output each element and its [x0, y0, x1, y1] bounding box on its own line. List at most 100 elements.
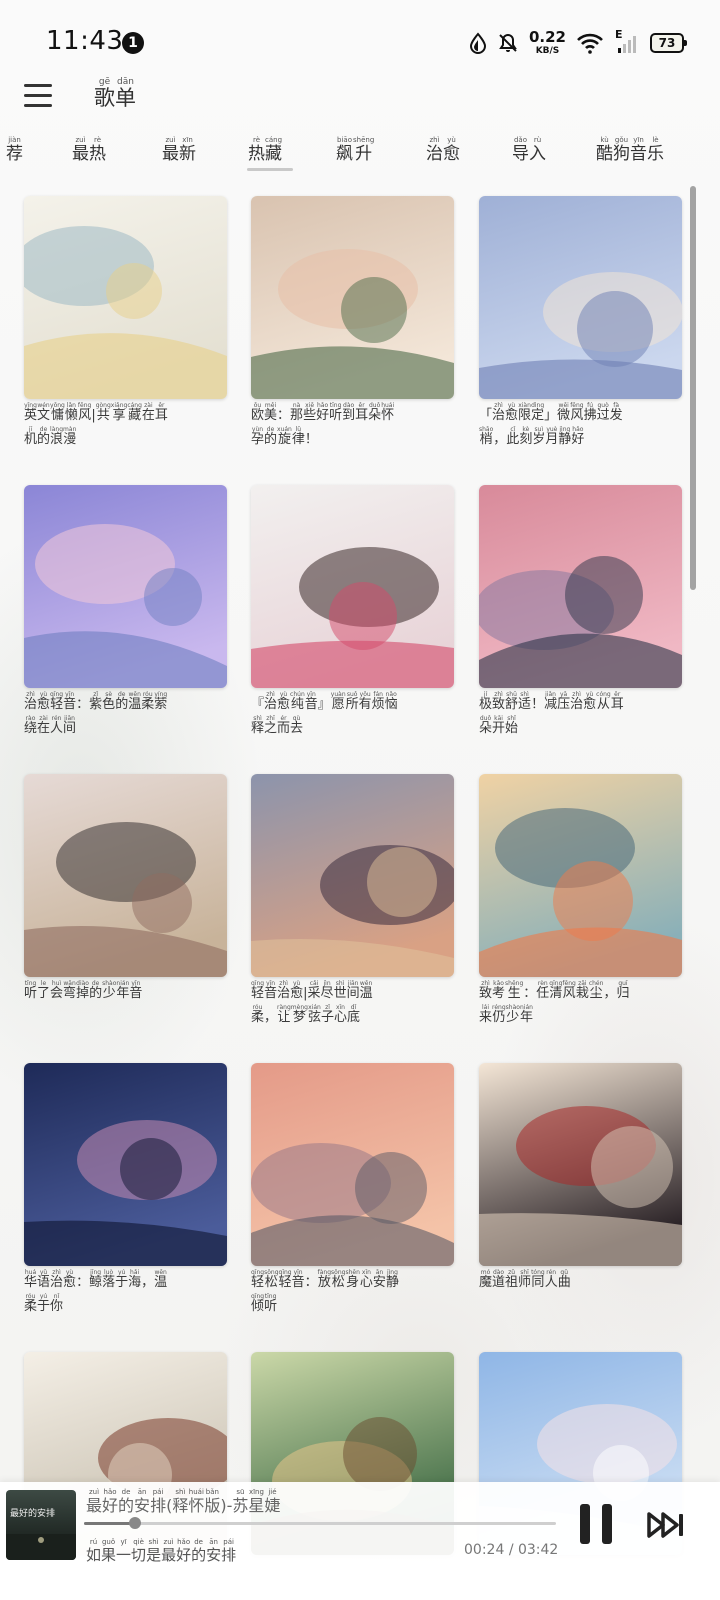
hamburger-menu-icon[interactable] [24, 84, 54, 114]
tab-3[interactable]: rè 热 cáng 藏 [248, 136, 282, 170]
title-glyph: rèn 任 [536, 980, 550, 1001]
playlist-cover-image[interactable] [251, 1063, 454, 1266]
title-glyph: qǔ 曲 [557, 1269, 571, 1290]
playlist-card[interactable]: yīng 英 wén 文 yōng 慵 lǎn 懒 fēng 风 | gòng 共 xiǎng 享 cáng… [24, 196, 227, 451]
title-glyph: měi 美 [264, 402, 278, 423]
title-glyph: ： [277, 408, 291, 423]
scrollbar[interactable] [690, 186, 696, 590]
title-glyph: huá 华 [24, 1269, 38, 1290]
playlist-cover-image[interactable] [251, 485, 454, 688]
title-glyph: jiǎn 减 [544, 691, 558, 712]
title-glyph: shì 世 [333, 980, 347, 1001]
title-glyph: 』 [317, 697, 331, 712]
title-glyph: jiān 间 [346, 980, 360, 1001]
playlist-cover-image[interactable] [251, 196, 454, 399]
playlist-card[interactable]: qīng 轻 yīn 音 zhì 治 yù 愈 | cǎi 采 jìn 尽 shì 世 jiān 间 wēn 温 r… [251, 774, 454, 1029]
title-glyph: de 的 [37, 426, 51, 448]
title-glyph: jìng 静 [385, 1269, 399, 1290]
playlist-title[interactable]: mó 魔 dào 道 zǔ 祖 shī 师 tóng 同 rén 人 qǔ 曲 [479, 1269, 682, 1290]
playlist-card[interactable]: zhì 治 yù 愈 qīng 轻 yīn 音 ： zǐ 紫 sè 色 de 的 wēn 温 róu 柔 yíng 萦… [24, 485, 227, 740]
category-tabs: jiàn 荐 zuì 最 rè 热 zuì 最 xīn 新 rè 热 cáng 藏 biāo 飙 shēng 升 z… [0, 136, 720, 176]
song-glyph: de 的 [118, 1488, 135, 1515]
playlist-title[interactable]: ōu 欧 měi 美 ： nà 那 xiē 些 hǎo 好 tīng 听 dào 到 ěr 耳 duǒ 朵 huái… [251, 402, 454, 448]
title-glyph: zhì 治 [24, 691, 38, 712]
now-playing-cover[interactable]: 最好的安排 [6, 1490, 76, 1560]
playlist-title[interactable]: qīng 轻 sōng 松 qīng 轻 yīn 音 ： fàng 放 sōng 松 shēn 身 xīn 心… [251, 1269, 454, 1315]
lyric-glyph: qiè 切 [131, 1538, 147, 1564]
active-tab-indicator [247, 168, 293, 171]
playlist-title[interactable]: zhì 治 yù 愈 qīng 轻 yīn 音 ： zǐ 紫 sè 色 de 的 wēn 温 róu 柔 yíng 萦… [24, 691, 227, 737]
mini-player[interactable]: 最好的安排 zuì 最 hǎo 好 de 的 ān 安 pái 排 (shì 释 huái 怀 bǎn 版 … [0, 1482, 720, 1600]
title-glyph: kāi 开 [492, 715, 506, 737]
title-glyph: zǐ 紫 [89, 691, 103, 712]
wifi-icon [576, 32, 604, 54]
song-glyph: jié 婕 [264, 1488, 281, 1515]
title-glyph: wān 弯 [63, 980, 77, 1001]
status-time: 11:43 [46, 26, 124, 56]
pause-button[interactable] [578, 1504, 614, 1544]
playlist-title[interactable]: qīng 轻 yīn 音 zhì 治 yù 愈 | cǎi 采 jìn 尽 shì 世 jiān 间 wēn 温 r… [251, 980, 454, 1026]
tab-6[interactable]: dǎo 导 rù 入 [512, 136, 546, 170]
playlist-card[interactable]: 『zhì 治 yù 愈 chún 纯 yīn 音 』 yuàn 愿 suǒ 所 yǒu 有 fán 烦 nǎo 恼… [251, 485, 454, 740]
playlist-cover-image[interactable] [24, 485, 227, 688]
title-glyph: duǒ 朵 [479, 715, 493, 737]
playlist-card[interactable]: jí 极 zhì 致 shū 舒 shì 适 ！ jiǎn 减 yā 压 zhì 治 yù 愈 cóng 从 ěr 耳… [479, 485, 682, 740]
song-glyph: huái 怀 [188, 1488, 205, 1515]
now-playing-title[interactable]: zuì 最 hǎo 好 de 的 ān 安 pái 排 (shì 释 huái 怀 bǎn 版 ) - sū 苏… [86, 1488, 280, 1515]
tab-char: rù 入 [529, 136, 546, 164]
title-glyph: tóng 同 [531, 1269, 545, 1290]
playlist-title[interactable]: jí 极 zhì 致 shū 舒 shì 适 ！ jiǎn 减 yā 压 zhì 治 yù 愈 cóng 从 ěr 耳… [479, 691, 682, 737]
title-glyph: huái 怀 [381, 402, 395, 423]
tab-4[interactable]: biāo 飙 shēng 升 [336, 136, 374, 170]
title-glyph: ： [523, 986, 537, 1001]
title-glyph: sōng 松 [331, 1269, 346, 1290]
progress-bar[interactable] [84, 1517, 556, 1529]
title-glyph: ！ [304, 432, 318, 448]
playlist-cover-image[interactable] [251, 774, 454, 977]
playlist-cover-image[interactable] [24, 196, 227, 399]
title-glyph: wēi 微 [557, 402, 571, 423]
lyric-glyph: zuì 最 [161, 1538, 177, 1564]
lyric-glyph: rú 如 [86, 1538, 102, 1564]
title-glyph: hǎi 海 [128, 1269, 142, 1290]
playlist-cover-image[interactable] [24, 1063, 227, 1266]
title-glyph: yuè 月 [545, 426, 559, 448]
lyric-glyph: guǒ 果 [101, 1538, 117, 1564]
playlist-title[interactable]: yīng 英 wén 文 yōng 慵 lǎn 懒 fēng 风 | gòng 共 xiǎng 享 cáng… [24, 402, 227, 448]
title-glyph: cáng 藏 [127, 402, 142, 423]
next-track-button[interactable] [646, 1510, 686, 1540]
title-glyph: màn 漫 [63, 426, 77, 448]
tab-7[interactable]: kù 酷 gǒu 狗 yīn 音 lè 乐 [596, 136, 664, 170]
playlist-card[interactable]: huá 华 yǔ 语 zhì 治 yù 愈 ： jīng 鲸 luò 落 yú 于 hǎi 海 ， wēn 温 ró… [24, 1063, 227, 1318]
playlist-cover-image[interactable] [479, 774, 682, 977]
playlist-card[interactable]: zhì 致 kǎo 考 shēng 生 ： rèn 任 qīng 清 fēng 风 zāi 栽 chén 尘 … [479, 774, 682, 1029]
playlist-card[interactable]: ōu 欧 měi 美 ： nà 那 xiē 些 hǎo 好 tīng 听 dào 到 ěr 耳 duǒ 朵 huái… [251, 196, 454, 451]
title-glyph: guò 过 [596, 402, 610, 423]
playlist-cover-image[interactable] [479, 485, 682, 688]
playlist-card[interactable]: qīng 轻 sōng 松 qīng 轻 yīn 音 ： fàng 放 sōng 松 shēn 身 xīn 心… [251, 1063, 454, 1318]
playlist-card[interactable]: mó 魔 dào 道 zǔ 祖 shī 师 tóng 同 rén 人 qǔ 曲 [479, 1063, 682, 1293]
title-glyph: qīng 轻 [251, 980, 265, 1001]
playlist-title[interactable]: zhì 致 kǎo 考 shēng 生 ： rèn 任 qīng 清 fēng 风 zāi 栽 chén 尘 … [479, 980, 682, 1026]
playlist-cover-image[interactable] [479, 196, 682, 399]
playlist-title[interactable]: 「zhì 治 yù 愈 xiàn 限 dìng 定 」 wēi 微 fēng 风 fú 拂 guò 过 fà 发 s… [479, 402, 682, 448]
title-glyph: zài 在 [141, 402, 155, 423]
playlist-title[interactable]: huá 华 yǔ 语 zhì 治 yù 愈 ： jīng 鲸 luò 落 yú 于 hǎi 海 ， wēn 温 ró… [24, 1269, 227, 1315]
playlist-card[interactable]: 「zhì 治 yù 愈 xiàn 限 dìng 定 」 wēi 微 fēng 风 fú 拂 guò 过 fà 发 s… [479, 196, 682, 451]
tab-2[interactable]: zuì 最 xīn 新 [162, 136, 196, 170]
title-glyph: hǎo 好 [316, 402, 330, 423]
progress-thumb[interactable] [128, 1517, 141, 1529]
title-glyph: de 的 [89, 980, 103, 1001]
playlist-card[interactable]: tīng 听 le 了 huì 会 wān 弯 diào 掉 de 的 shào 少 nián 年 yīn 音 [24, 774, 227, 1004]
title-glyph: dìng 定 [531, 402, 545, 423]
playlist-cover-image[interactable] [479, 1063, 682, 1266]
tab-5[interactable]: zhì 治 yù 愈 [426, 136, 460, 170]
playlist-title[interactable]: 『zhì 治 yù 愈 chún 纯 yīn 音 』 yuàn 愿 suǒ 所 yǒu 有 fán 烦 nǎo 恼… [251, 691, 454, 737]
tab-0[interactable]: jiàn 荐 [6, 136, 23, 170]
tab-1[interactable]: zuì 最 rè 热 [72, 136, 106, 170]
title-glyph: chén 尘 [588, 980, 604, 1001]
playlist-title[interactable]: tīng 听 le 了 huì 会 wān 弯 diào 掉 de 的 shào 少 nián 年 yīn 音 [24, 980, 227, 1001]
playlist-cover-image[interactable] [24, 774, 227, 977]
tab-char: cáng 藏 [265, 136, 283, 164]
title-glyph: sōng 松 [264, 1269, 279, 1290]
